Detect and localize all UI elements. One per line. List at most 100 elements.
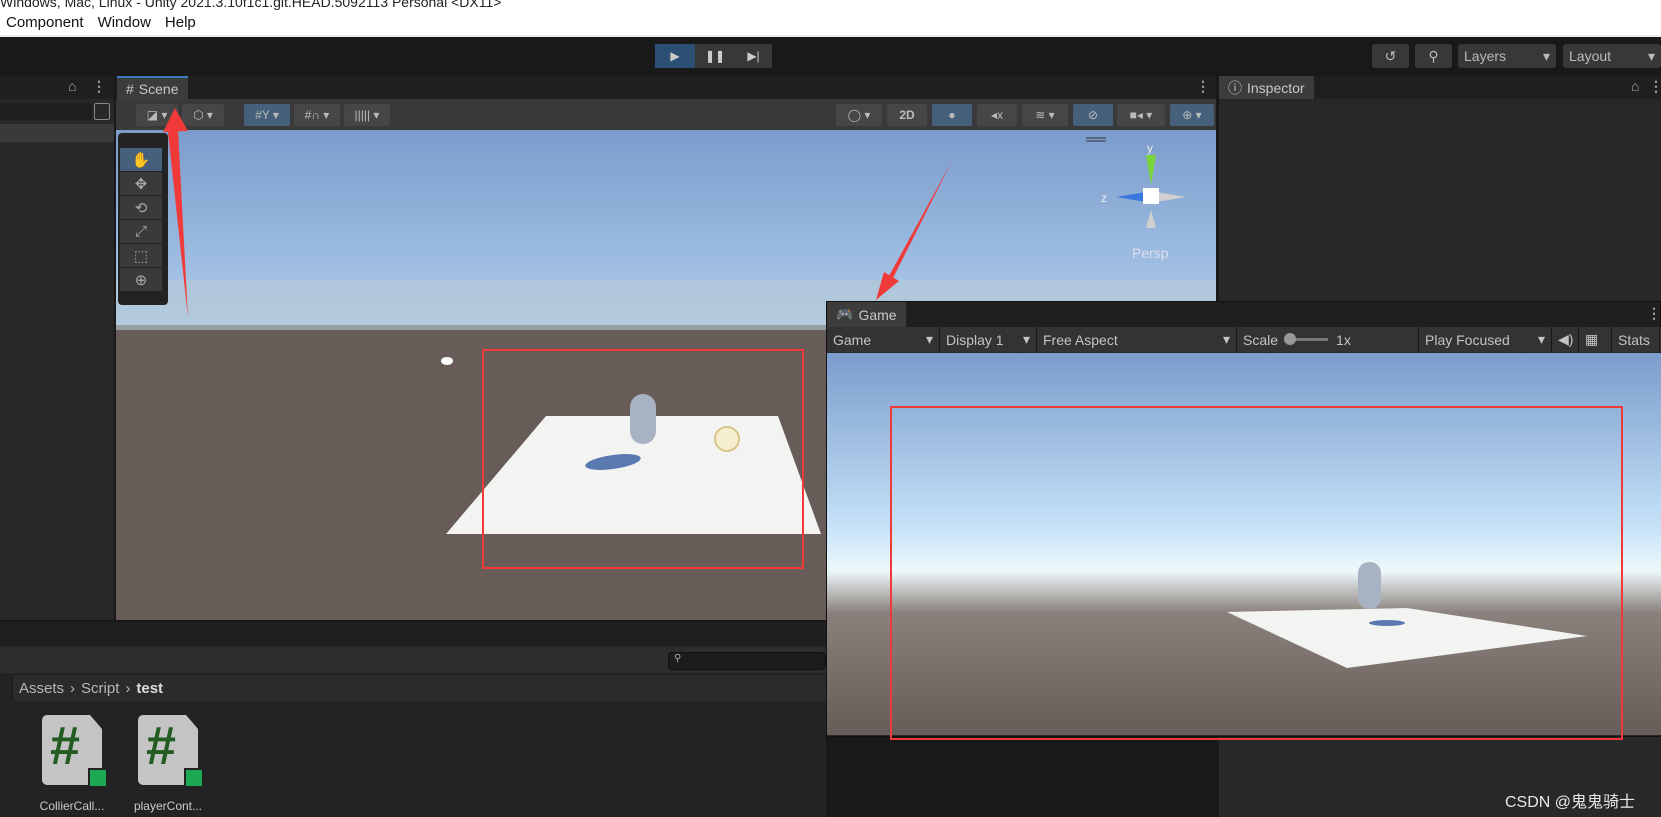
persp-label[interactable]: Persp bbox=[1132, 245, 1169, 261]
breadcrumb: Assets › Script › test bbox=[12, 675, 826, 701]
search-icon: ⚲ bbox=[674, 653, 682, 664]
camera-icon: ■◂ ▾ bbox=[1129, 108, 1153, 122]
transform-icon: ⊕ bbox=[134, 271, 148, 289]
draw-mode-button[interactable]: ◪ ▾ bbox=[136, 104, 178, 126]
project-tab-row bbox=[0, 622, 826, 646]
move-icon: ✥ bbox=[134, 175, 148, 193]
hierarchy-panel: ⌂ ⋮ bbox=[0, 76, 114, 620]
hierarchy-scene-row[interactable] bbox=[0, 124, 114, 142]
chevron-down-icon: ▾ bbox=[1222, 331, 1230, 347]
asset-item[interactable]: # CollierCall... bbox=[32, 715, 112, 813]
capsule bbox=[630, 394, 656, 444]
game-tab-label: Game bbox=[858, 306, 897, 323]
asset-name: CollierCall... bbox=[39, 799, 105, 813]
game-viewport[interactable] bbox=[827, 353, 1661, 735]
chevron-down-icon: ▾ bbox=[925, 331, 933, 347]
gamepad-icon: 🎮 bbox=[836, 306, 854, 322]
window-title-bar: Windows, Mac, Linux - Unity 2021.3.10f1c… bbox=[0, 0, 1661, 10]
play-mode-dropdown[interactable]: Play Focused ▾ bbox=[1419, 327, 1552, 352]
tab-inspector[interactable]: ⓘ Inspector bbox=[1219, 76, 1314, 99]
pause-button[interactable]: ❚❚ bbox=[695, 44, 735, 68]
eye-off-icon: ⊘ bbox=[1087, 108, 1099, 122]
history-button[interactable]: ↺ bbox=[1372, 44, 1409, 68]
asset-item[interactable]: # playerCont... bbox=[128, 715, 208, 813]
chevron-down-icon: ▾ bbox=[1022, 331, 1030, 347]
camera-button[interactable]: ■◂ ▾ bbox=[1117, 104, 1165, 126]
lighting-toggle[interactable]: ● bbox=[932, 104, 972, 126]
rotate-icon: ⟲ bbox=[134, 199, 148, 217]
capsule bbox=[1358, 562, 1381, 609]
grid-icon: #Y ▾ bbox=[255, 108, 279, 122]
rotate-tool[interactable]: ⟲ bbox=[120, 196, 162, 219]
transform-tool[interactable]: ⊕ bbox=[120, 268, 162, 291]
breadcrumb-test[interactable]: test bbox=[136, 680, 163, 697]
orientation-button[interactable]: ⬡ ▾ bbox=[182, 104, 224, 126]
hand-tool[interactable]: ✋ bbox=[120, 148, 162, 171]
more-menu-icon[interactable]: ⋮ bbox=[1196, 78, 1210, 95]
move-tool[interactable]: ✥ bbox=[120, 172, 162, 195]
lightbulb-icon: ● bbox=[948, 108, 956, 122]
display-dropdown[interactable]: Display 1 ▾ bbox=[940, 327, 1037, 352]
edit-badge-icon bbox=[88, 768, 108, 788]
scale-tool[interactable]: ⤢ bbox=[120, 220, 162, 243]
aspect-dropdown[interactable]: Free Aspect ▾ bbox=[1037, 327, 1237, 352]
breadcrumb-script[interactable]: Script bbox=[81, 680, 119, 697]
chevron-down-icon: ▾ bbox=[1537, 331, 1545, 347]
tab-game[interactable]: 🎮 Game bbox=[827, 302, 906, 327]
more-menu-icon[interactable]: ⋮ bbox=[1649, 78, 1661, 95]
gizmos-button[interactable]: ⊕ ▾ bbox=[1170, 104, 1214, 126]
gizmo-center[interactable] bbox=[1143, 188, 1159, 204]
step-button[interactable]: ▶| bbox=[735, 44, 772, 68]
shading-mode-icon: ◪ ▾ bbox=[146, 108, 168, 122]
rect-tool[interactable]: ⬚ bbox=[120, 244, 162, 267]
edit-badge-icon bbox=[184, 768, 204, 788]
scale-value: 1x bbox=[1336, 331, 1351, 348]
gizmo-z-label: z bbox=[1101, 191, 1107, 205]
grid-snap-button[interactable]: #Y ▾ bbox=[244, 104, 290, 126]
2d-toggle[interactable]: 2D bbox=[887, 104, 927, 126]
scale-slider[interactable]: Scale 1x bbox=[1237, 327, 1419, 352]
menu-help[interactable]: Help bbox=[165, 14, 196, 31]
render-mode-button[interactable]: ◯ ▾ bbox=[836, 104, 882, 126]
layout-dropdown[interactable]: Layout ▾ bbox=[1563, 44, 1661, 68]
expand-icon[interactable] bbox=[94, 103, 110, 120]
cube-icon: ⬡ ▾ bbox=[193, 108, 213, 122]
effects-button[interactable]: ≋ ▾ bbox=[1022, 104, 1068, 126]
tab-scene[interactable]: # Scene bbox=[117, 76, 188, 99]
mute-audio-button[interactable]: ◀) bbox=[1552, 327, 1579, 352]
display-label: Display 1 bbox=[946, 331, 1004, 348]
info-icon: ⓘ bbox=[1228, 79, 1242, 96]
search-icon: ⚲ bbox=[1428, 47, 1439, 64]
project-search-input[interactable]: ⚲ bbox=[668, 652, 826, 670]
scale-label: Scale bbox=[1243, 331, 1279, 348]
menu-component[interactable]: Component bbox=[6, 14, 84, 31]
scale-slider-thumb[interactable] bbox=[1284, 333, 1297, 345]
lock-icon[interactable]: ⌂ bbox=[68, 78, 76, 94]
lock-icon[interactable]: ⌂ bbox=[1631, 78, 1639, 94]
hand-icon: ✋ bbox=[131, 151, 151, 169]
project-panel: ⚲ Assets › Script › test bbox=[0, 622, 826, 817]
layers-star-icon: ≋ ▾ bbox=[1035, 108, 1055, 122]
menu-window[interactable]: Window bbox=[98, 14, 151, 31]
breadcrumb-assets[interactable]: Assets bbox=[19, 680, 64, 697]
visibility-toggle[interactable]: ⊘ bbox=[1073, 104, 1113, 126]
search-button[interactable]: ⚲ bbox=[1415, 44, 1452, 68]
game-view-dropdown[interactable]: Game ▾ bbox=[827, 327, 940, 352]
play-button[interactable]: ▶ bbox=[655, 44, 695, 68]
shortcuts-button[interactable]: ▦ bbox=[1579, 327, 1612, 352]
sun-light-icon[interactable] bbox=[714, 426, 740, 452]
game-toolbar: Game ▾ Display 1 ▾ Free Aspect ▾ Scale 1x Pl… bbox=[827, 327, 1661, 352]
stats-button[interactable]: Stats bbox=[1612, 327, 1660, 352]
ruler-button[interactable]: ||||| ▾ bbox=[344, 104, 390, 126]
hierarchy-search-input[interactable] bbox=[0, 103, 92, 120]
scale-slider-track[interactable] bbox=[1284, 333, 1329, 345]
chevron-down-icon: ▾ bbox=[1542, 47, 1550, 64]
chevron-right-icon: › bbox=[125, 679, 131, 697]
more-menu-icon[interactable]: ⋮ bbox=[92, 78, 106, 95]
aspect-label: Free Aspect bbox=[1043, 331, 1118, 348]
layers-dropdown[interactable]: Layers ▾ bbox=[1458, 44, 1556, 68]
snap-increment-button[interactable]: #∩ ▾ bbox=[294, 104, 340, 126]
more-menu-icon[interactable]: ⋮ bbox=[1647, 305, 1661, 322]
inspector-tab-label: Inspector bbox=[1247, 79, 1305, 96]
audio-toggle[interactable]: ◂x bbox=[977, 104, 1017, 126]
